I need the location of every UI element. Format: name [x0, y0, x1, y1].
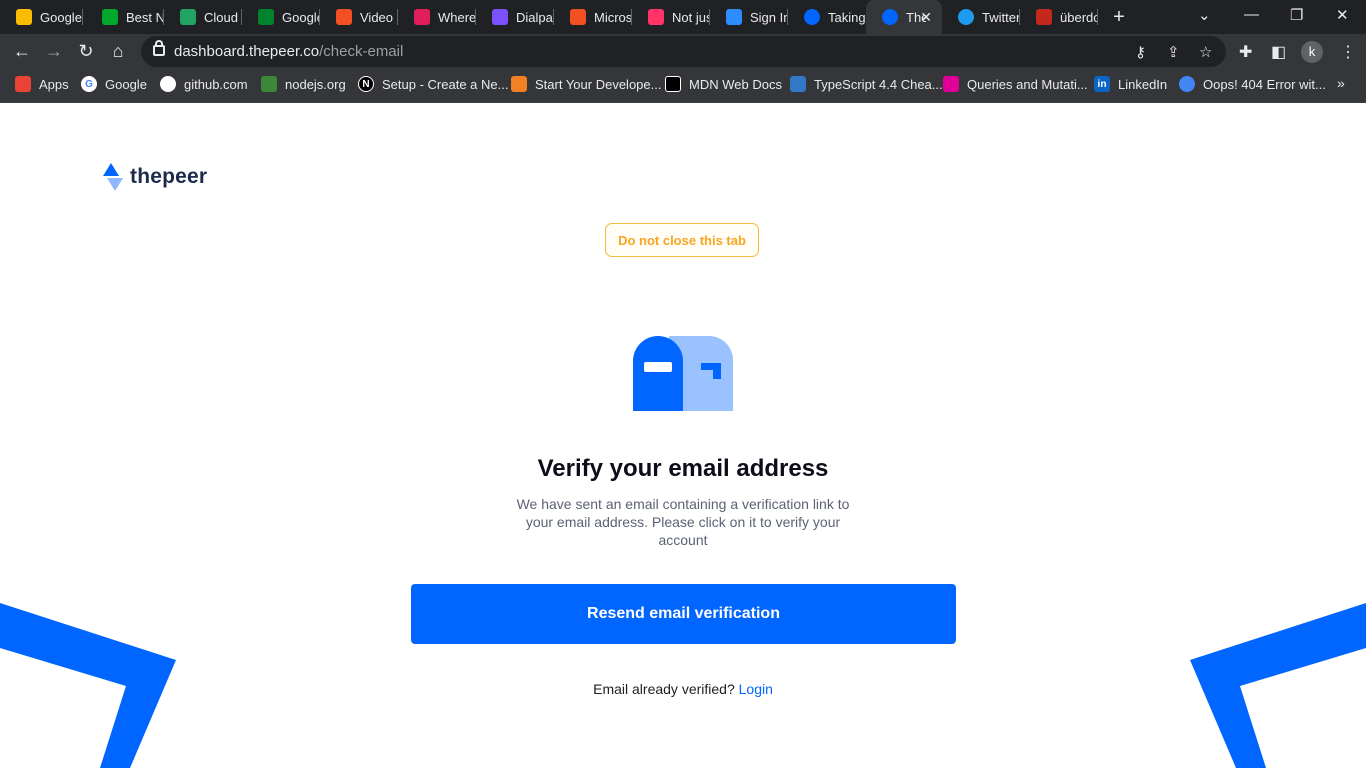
minimize-icon[interactable]: — [1244, 6, 1259, 23]
bookmark-item[interactable]: github.com [160, 69, 248, 99]
tab-strip: Google Best N Cloud S Google Video C Whe… [0, 0, 1366, 34]
globe-icon [1179, 76, 1195, 92]
side-panel-icon[interactable]: ◧ [1271, 42, 1286, 62]
thepeer-icon [882, 9, 898, 25]
thepeer-icon [804, 9, 820, 25]
restore-icon[interactable]: ❐ [1290, 6, 1303, 24]
close-icon[interactable]: ✕ [920, 9, 932, 26]
mailbox-icon [633, 336, 733, 411]
google-icon: G [81, 76, 97, 92]
google-meet-icon [258, 9, 274, 25]
corner-decoration-right [1190, 603, 1366, 768]
page-title: Verify your email address [537, 455, 829, 482]
bookmarks-bar: Apps G Google github.com nodejs.org N Setu… [0, 69, 1366, 103]
brand-logo[interactable]: thepeer [102, 163, 207, 191]
warning-badge: Do not close this tab [605, 223, 759, 257]
avatar[interactable]: k [1301, 41, 1323, 63]
evernote-icon [102, 9, 118, 25]
stackoverflow-icon [511, 76, 527, 92]
bookmark-item[interactable]: G Google [81, 69, 147, 99]
linkedin-icon: in [1094, 76, 1110, 92]
mdn-icon [665, 76, 681, 92]
bookmark-item[interactable]: Queries and Mutati... [943, 69, 1088, 99]
address-bar[interactable]: dashboard.thepeer.co/check-email ⚷ ⇪ ☆ [141, 36, 1226, 67]
browser-tab[interactable]: Not jus [632, 0, 710, 34]
page-content: thepeer Do not close this tab Verify you… [0, 103, 1366, 768]
nodejs-icon [261, 76, 277, 92]
typescript-icon [790, 76, 806, 92]
reload-icon[interactable]: ↻ [75, 40, 97, 62]
description-text: We have sent an email containing a verif… [516, 496, 850, 548]
browser-tab[interactable]: Google [242, 0, 320, 34]
invision-icon [648, 9, 664, 25]
twitter-icon [958, 9, 974, 25]
resend-verification-button[interactable]: Resend email verification [411, 584, 956, 644]
bookmark-item[interactable]: Apps [15, 69, 69, 99]
bookmark-item[interactable]: Start Your Develope... [511, 69, 661, 99]
close-window-icon[interactable]: ✕ [1336, 6, 1349, 24]
url-text[interactable]: dashboard.thepeer.co/check-email [174, 43, 403, 60]
logo-text: thepeer [130, 165, 208, 188]
bookmark-item[interactable]: Oops! 404 Error wit... [1179, 69, 1326, 99]
microsoft-icon [570, 9, 586, 25]
chevron-right-icon[interactable]: » [1337, 75, 1345, 91]
extensions-icon[interactable]: ✚ [1239, 42, 1252, 62]
bookmark-item[interactable]: in LinkedIn [1094, 69, 1167, 99]
already-verified-text: Email already verified? [593, 681, 735, 697]
new-tab-button[interactable]: + [1109, 6, 1129, 29]
home-icon[interactable]: ⌂ [107, 40, 129, 62]
browser-tab-active[interactable]: The ✕ [866, 0, 942, 34]
slack-icon [414, 9, 430, 25]
bookmark-item[interactable]: MDN Web Docs [665, 69, 782, 99]
browser-tab[interactable]: Best N [86, 0, 164, 34]
google-keep-icon [16, 9, 32, 25]
browser-tab[interactable]: Where [398, 0, 476, 34]
zoom-icon [726, 9, 742, 25]
nextjs-icon: N [358, 76, 374, 92]
browser-chrome: Google Best N Cloud S Google Video C Whe… [0, 0, 1366, 103]
key-icon[interactable]: ⚷ [1135, 43, 1146, 61]
bookmark-item[interactable]: nodejs.org [261, 69, 346, 99]
apps-grid-icon [15, 76, 31, 92]
back-icon[interactable]: ← [11, 40, 33, 62]
browser-tab[interactable]: überdo [1020, 0, 1098, 34]
microsoft-icon [336, 9, 352, 25]
browser-tab[interactable]: Sign In [710, 0, 788, 34]
thepeer-logo-icon [103, 163, 123, 191]
share-icon[interactable]: ⇪ [1167, 43, 1180, 61]
graphql-icon [943, 76, 959, 92]
browser-tab[interactable]: Dialpad [476, 0, 554, 34]
uberdoc-icon [1036, 9, 1052, 25]
github-icon [160, 76, 176, 92]
browser-tab[interactable]: Twitter [942, 0, 1020, 34]
browser-tab[interactable]: Google [0, 0, 83, 34]
browser-tab[interactable]: Taking [788, 0, 866, 34]
login-prompt: Email already verified? Login [383, 681, 983, 697]
star-icon[interactable]: ☆ [1199, 43, 1212, 61]
bookmark-item[interactable]: N Setup - Create a Ne... [358, 69, 508, 99]
browser-toolbar: ← → ↻ ⌂ dashboard.thepeer.co/check-email… [0, 34, 1366, 69]
dialpad-icon [492, 9, 508, 25]
tab-search-icon[interactable]: ⌄ [1198, 6, 1211, 24]
bookmark-item[interactable]: TypeScript 4.4 Chea... [790, 69, 943, 99]
corner-decoration-left [0, 603, 176, 768]
google-drive-icon [180, 9, 196, 25]
browser-tab[interactable]: Micros [554, 0, 632, 34]
browser-tab[interactable]: Cloud S [164, 0, 242, 34]
forward-icon[interactable]: → [43, 40, 65, 62]
login-link[interactable]: Login [739, 681, 773, 697]
browser-tab[interactable]: Video C [320, 0, 398, 34]
menu-icon[interactable]: ⋮ [1340, 42, 1356, 62]
lock-icon [153, 40, 165, 56]
